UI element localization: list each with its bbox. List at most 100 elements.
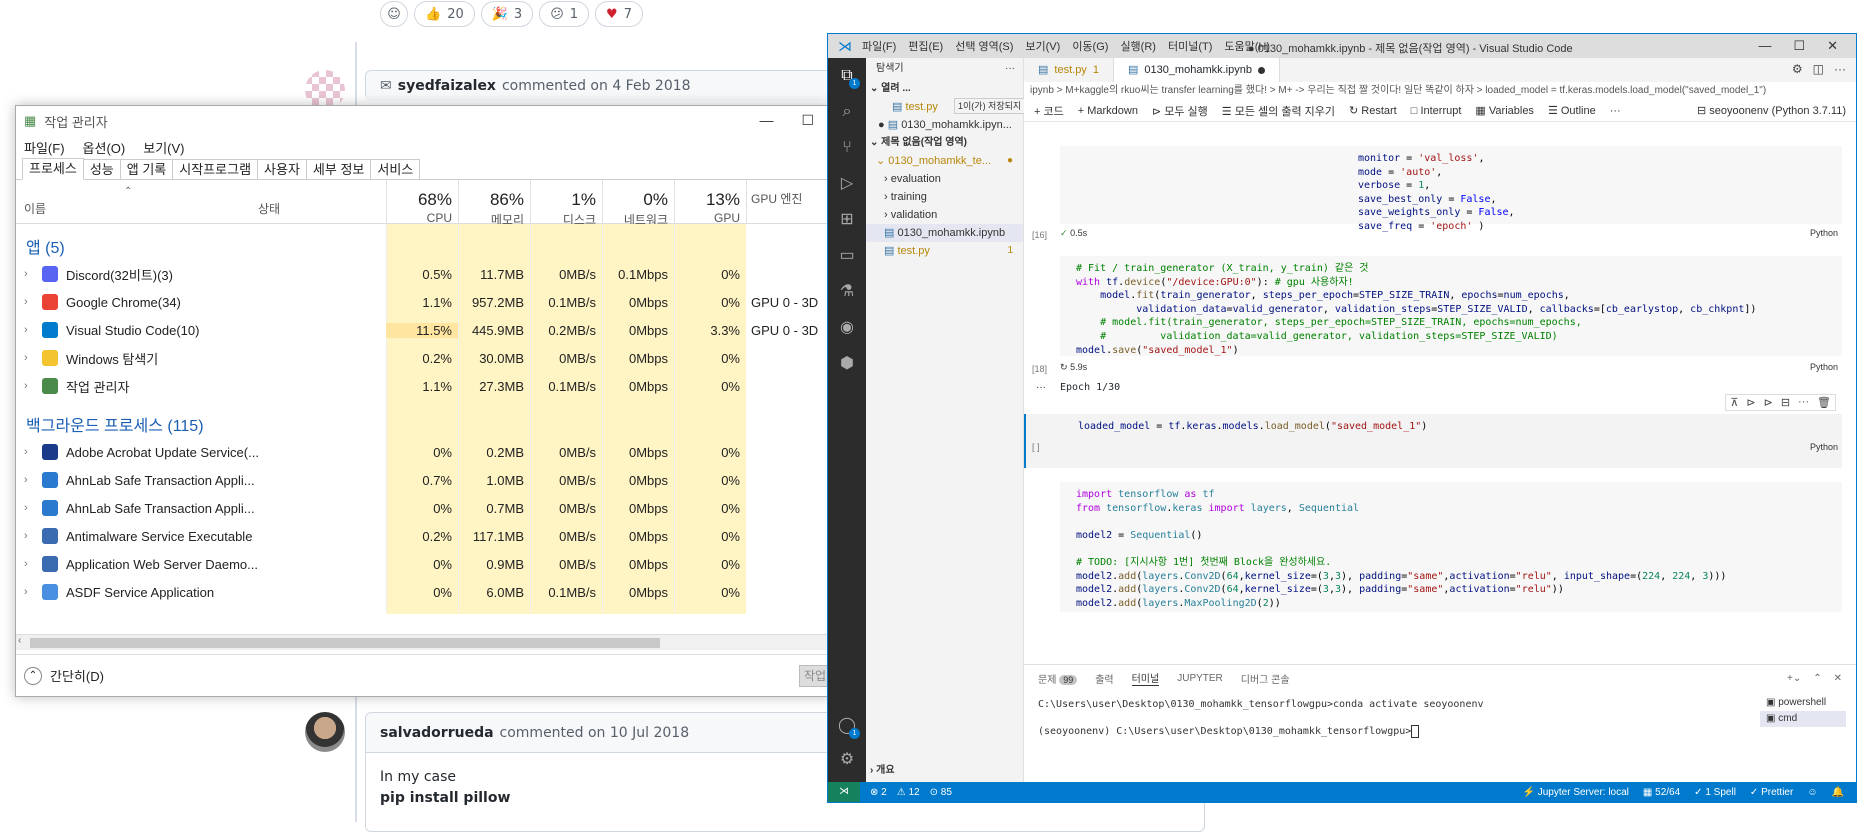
title-bar[interactable]: ⋊ 파일(F) 편집(E) 선택 영역(S) 보기(V) 이동(G) 실행(R)…: [828, 34, 1856, 58]
comment-author[interactable]: salvadorrueda: [380, 725, 494, 741]
add-code-cell-button[interactable]: + 코드: [1034, 103, 1064, 119]
split-editor-icon[interactable]: ◫: [1813, 62, 1824, 76]
search-icon[interactable]: ⌕: [837, 102, 857, 122]
menu-view[interactable]: 보기(V): [1025, 38, 1060, 54]
cell-language[interactable]: Python: [1810, 228, 1838, 238]
workspace-header[interactable]: ⌄ 제목 없음(작업 영역): [866, 134, 1023, 152]
run-above-icon[interactable]: ⊼: [1730, 396, 1738, 409]
testing-icon[interactable]: ⚗: [837, 282, 857, 302]
kernel-picker[interactable]: ⊟ seoyoonenv (Python 3.7.11): [1697, 104, 1856, 117]
chevron-right-icon[interactable]: ›: [24, 268, 28, 280]
split-cell-icon[interactable]: ⊟: [1781, 396, 1790, 409]
menu-selection[interactable]: 선택 영역(S): [955, 38, 1013, 54]
process-row[interactable]: › AhnLab Safe Transaction Appli... 0% 0.7MB…: [16, 494, 832, 522]
outline-button[interactable]: ☰ Outline: [1548, 104, 1596, 117]
new-terminal-icon[interactable]: +⌄: [1787, 673, 1801, 684]
gear-icon[interactable]: ⚙: [837, 750, 857, 770]
cell-language[interactable]: Python: [1810, 442, 1838, 452]
column-network[interactable]: 0% 네트워크: [602, 180, 674, 227]
variables-button[interactable]: ▦ Variables: [1475, 104, 1534, 117]
tab-terminal[interactable]: 터미널: [1131, 670, 1160, 686]
tab-processes[interactable]: 프로세스: [22, 158, 84, 180]
process-row[interactable]: › Application Web Server Daemo... 0% 0.9MB 0…: [16, 550, 832, 578]
spell-check[interactable]: ✓ 1 Spell: [1694, 787, 1736, 798]
delete-icon[interactable]: 🗑: [1817, 396, 1831, 409]
column-disk[interactable]: 1% 디스크: [530, 180, 602, 227]
cell-code[interactable]: loaded_model = tf.keras.models.load_mode…: [1024, 414, 1842, 468]
menu-go[interactable]: 이동(G): [1072, 38, 1108, 54]
tab-startup[interactable]: 시작프로그램: [172, 159, 259, 179]
run-next-icon[interactable]: ⊳: [1764, 396, 1773, 409]
close-icon[interactable]: ✕: [1834, 673, 1842, 684]
cell-code[interactable]: import tensorflow as tf from tensorflow.…: [1060, 482, 1842, 612]
cell-code[interactable]: monitor = 'val_loss', mode = 'auto', ver…: [1060, 146, 1842, 232]
process-row[interactable]: › Adobe Acrobat Update Service(... 0% 0.2MB…: [16, 438, 832, 466]
menu-file[interactable]: 파일(F): [862, 38, 896, 54]
restart-button[interactable]: ↻ Restart: [1349, 104, 1397, 117]
more-icon[interactable]: ···: [1610, 105, 1621, 117]
close-icon[interactable]: ✕: [1827, 38, 1838, 54]
bell-icon[interactable]: 🔔: [1832, 787, 1844, 798]
add-markdown-cell-button[interactable]: + Markdown: [1078, 105, 1138, 117]
account-icon[interactable]: ◯ 1: [837, 716, 860, 739]
chevron-right-icon[interactable]: ›: [24, 586, 28, 598]
minimize-icon[interactable]: —: [759, 112, 773, 129]
tab-debug-console[interactable]: 디버그 콘솔: [1241, 671, 1290, 686]
scrollbar-thumb[interactable]: [30, 638, 660, 648]
menu-options[interactable]: 옵션(O): [83, 138, 126, 157]
avatar[interactable]: [305, 70, 345, 110]
reaction-thumbs-up[interactable]: 👍 20: [414, 1, 475, 27]
source-control-icon[interactable]: ⑂: [837, 138, 857, 158]
maximize-icon[interactable]: ☐: [1793, 38, 1805, 54]
tab-services[interactable]: 서비스: [370, 159, 421, 179]
more-icon[interactable]: ···: [1834, 62, 1846, 76]
terminal-output[interactable]: C:\Users\user\Desktop\0130_mohamkk_tenso…: [1024, 691, 1856, 745]
menu-view[interactable]: 보기(V): [143, 138, 184, 157]
chevron-right-icon[interactable]: ›: [24, 324, 28, 336]
chevron-right-icon[interactable]: ›: [24, 474, 28, 486]
tree-folder[interactable]: › evaluation: [866, 170, 1023, 188]
tab-notebook[interactable]: ▤ 0130_mohamkk.ipynb: [1113, 58, 1280, 82]
add-reaction-button[interactable]: ☺: [380, 1, 408, 27]
more-icon[interactable]: ···: [1005, 58, 1015, 80]
explorer-icon[interactable]: ⧉ 1: [837, 66, 860, 89]
chevron-right-icon[interactable]: ›: [24, 352, 28, 364]
run-all-button[interactable]: ⊳ 모두 실행: [1152, 103, 1208, 119]
tab-test-py[interactable]: ▤ test.py 1: [1024, 58, 1114, 82]
unsaved-dot-icon[interactable]: [1257, 66, 1265, 74]
feedback-icon[interactable]: ☺: [1807, 787, 1817, 798]
minimize-icon[interactable]: —: [1758, 38, 1771, 54]
maximize-icon[interactable]: ☐: [801, 112, 814, 129]
avatar[interactable]: [305, 712, 345, 752]
cell-position[interactable]: ▦ 52/64: [1643, 787, 1680, 798]
ports-count[interactable]: ⊙ 85: [930, 787, 952, 798]
process-row[interactable]: › 작업 관리자 1.1% 27.3MB 0.1MB/s 0Mbps 0%: [16, 372, 832, 400]
title-bar[interactable]: ▦ 작업 관리자: [16, 106, 832, 136]
process-row[interactable]: › Windows 탐색기 0.2% 30.0MB 0MB/s 0Mbps 0%: [16, 344, 832, 372]
fewer-details-button[interactable]: 간단히(D): [50, 666, 104, 685]
tab-output[interactable]: 출력: [1095, 671, 1113, 686]
open-editor-item[interactable]: ● ▤ 0130_mohamkk.ipyn...: [866, 116, 1023, 134]
tree-folder[interactable]: › validation: [866, 206, 1023, 224]
column-status[interactable]: 상태: [258, 200, 280, 217]
folder-item[interactable]: ⌄ 0130_mohamkk_te... ●: [866, 152, 1023, 170]
reaction-confused[interactable]: 😕 1: [539, 1, 590, 27]
chevron-right-icon[interactable]: ›: [24, 502, 28, 514]
process-row[interactable]: › Google Chrome(34) 1.1% 957.2MB 0.1MB/s 0Mbp…: [16, 288, 832, 316]
process-row[interactable]: › ASDF Service Application 0% 6.0MB 0.1MB/s 0…: [16, 578, 832, 606]
tree-folder[interactable]: › training: [866, 188, 1023, 206]
cell-language[interactable]: Python: [1810, 362, 1838, 372]
breadcrumb[interactable]: ipynb > M+kaggle의 rkuo씨는 transfer learni…: [1024, 82, 1856, 100]
terminal-item[interactable]: ▣ cmd: [1760, 711, 1846, 727]
tab-users[interactable]: 사용자: [257, 159, 307, 179]
database-icon[interactable]: ◉: [837, 318, 857, 338]
tab-performance[interactable]: 성능: [82, 159, 121, 179]
comment-author[interactable]: syedfaizalex: [398, 78, 496, 94]
menu-edit[interactable]: 편집(E): [908, 38, 943, 54]
menu-run[interactable]: 실행(R): [1120, 38, 1156, 54]
chevron-right-icon[interactable]: ›: [24, 558, 28, 570]
gear-icon[interactable]: ⚙: [1792, 62, 1803, 76]
chevron-right-icon[interactable]: ›: [24, 296, 28, 308]
column-gpu-engine[interactable]: GPU 엔진: [746, 180, 836, 224]
open-editors-header[interactable]: ⌄ 열려 ...: [866, 80, 1023, 98]
